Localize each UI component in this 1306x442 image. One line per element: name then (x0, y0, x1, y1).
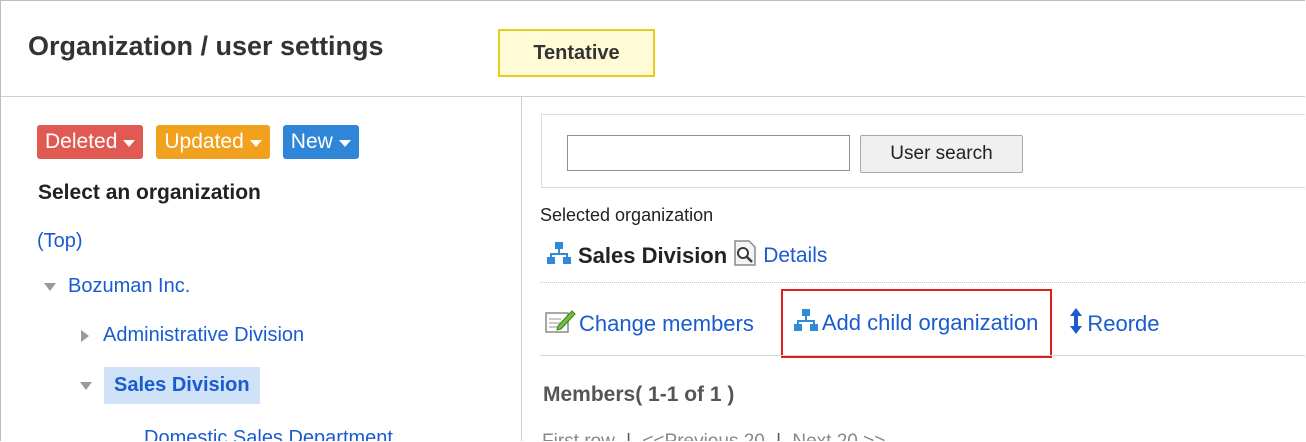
triangle-expanded-icon[interactable] (80, 381, 92, 390)
deleted-filter-button[interactable]: Deleted (37, 125, 144, 159)
updated-filter-label: Updated (164, 130, 244, 153)
new-filter-label: New (290, 130, 333, 153)
chevron-down-icon (249, 139, 262, 147)
chevron-down-icon (338, 139, 351, 147)
tree-item-bozuman: Bozuman Inc. (44, 275, 190, 298)
tree-item-administrative: Administrative Division (81, 324, 304, 347)
add-child-organization-label: Add child organization (821, 310, 1039, 335)
pager-next: Next 20 >> (792, 431, 885, 441)
pager-separator: | (620, 431, 637, 441)
tree-item-sales: Sales Division (80, 367, 260, 404)
organization-actions: Change members Add child organization Re… (544, 288, 1160, 358)
change-members-link[interactable]: Change members (544, 308, 754, 340)
organization-detail-pane: User search Selected organization Sales … (522, 97, 1305, 441)
members-heading: Members( 1-1 of 1 ) (543, 383, 735, 406)
pager-first: First row (542, 431, 615, 441)
edit-icon (544, 308, 576, 340)
reorder-icon (1068, 307, 1084, 341)
reorder-link[interactable]: Reorde (1068, 307, 1160, 341)
tree-item-domestic: Domestic Sales Department (144, 427, 393, 441)
top-link[interactable]: (Top) (37, 230, 83, 253)
user-search-button[interactable]: User search (860, 135, 1023, 173)
details-link[interactable]: Details (763, 244, 827, 268)
pager-separator: | (770, 431, 787, 441)
updated-filter-button[interactable]: Updated (156, 125, 270, 159)
tree-item-label[interactable]: Domestic Sales Department (144, 427, 393, 441)
change-members-label: Change members (579, 311, 754, 336)
select-organization-heading: Select an organization (38, 181, 261, 204)
selected-organization-name: Sales Division (578, 242, 728, 268)
pagination: First row | <<Previous 20 | Next 20 >> (542, 431, 885, 441)
magnifier-icon[interactable] (733, 240, 757, 271)
user-search-box: User search (541, 114, 1305, 188)
add-child-organization-link[interactable]: Add child organization (780, 288, 1053, 358)
user-search-input[interactable] (567, 135, 850, 171)
new-filter-button[interactable]: New (282, 125, 359, 159)
triangle-collapsed-icon[interactable] (81, 329, 89, 342)
selected-organization: Sales Division Details (546, 240, 827, 271)
section-divider (540, 355, 1305, 356)
org-icon (546, 241, 572, 270)
deleted-filter-label: Deleted (45, 130, 118, 153)
organization-tree-pane: Deleted Updated New Select an organizati… (1, 97, 522, 441)
chevron-down-icon (123, 139, 136, 147)
status-badge: Tentative (498, 29, 655, 77)
filter-bar: Deleted Updated New (37, 125, 359, 159)
app-frame: Organization / user settings Tentative D… (0, 0, 1305, 441)
header: Organization / user settings Tentative (1, 1, 1305, 97)
org-icon (793, 308, 819, 338)
triangle-expanded-icon[interactable] (44, 282, 56, 291)
reorder-label: Reorde (1087, 311, 1160, 336)
selected-organization-label: Selected organization (540, 205, 714, 225)
pager-previous: <<Previous 20 (642, 431, 765, 441)
page-title: Organization / user settings (28, 31, 384, 61)
dotted-divider (540, 282, 1305, 283)
tree-item-label[interactable]: Administrative Division (103, 324, 304, 347)
tree-item-label[interactable]: Bozuman Inc. (68, 275, 190, 298)
tree-item-label-selected[interactable]: Sales Division (104, 367, 260, 404)
